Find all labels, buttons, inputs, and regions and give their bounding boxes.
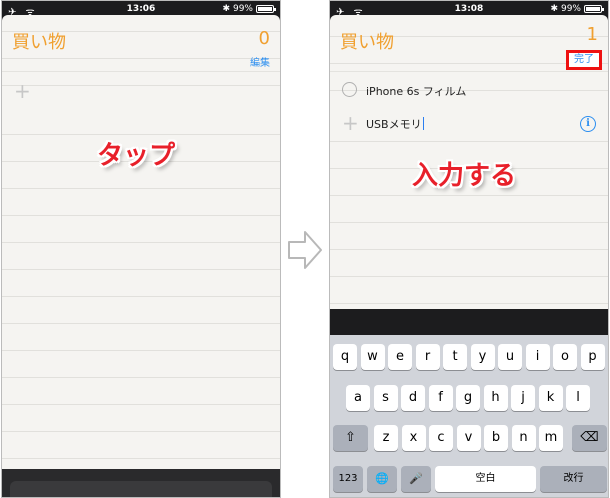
- battery-percent: 99%: [232, 4, 253, 14]
- key-p[interactable]: p: [580, 344, 605, 370]
- numbers-key[interactable]: 123: [333, 466, 363, 492]
- key-i[interactable]: i: [525, 344, 550, 370]
- key-r[interactable]: r: [415, 344, 440, 370]
- delete-key[interactable]: ⌫: [572, 425, 607, 451]
- battery-percent: 99%: [560, 4, 581, 14]
- key-q[interactable]: q: [333, 344, 357, 370]
- key-e[interactable]: e: [388, 344, 412, 370]
- key-f[interactable]: f: [428, 385, 453, 411]
- text-caret: [422, 117, 424, 130]
- globe-icon: 🌐: [375, 472, 389, 485]
- space-key[interactable]: 空白: [435, 466, 536, 492]
- header-divider: [330, 71, 608, 72]
- reminders-list: 買い物 1 完了 iPhone 6s フィルム + USBメモリ i 入力する: [330, 15, 608, 309]
- shift-key[interactable]: ⇧: [333, 425, 368, 451]
- key-o[interactable]: o: [553, 344, 577, 370]
- add-item-icon[interactable]: +: [14, 81, 31, 101]
- battery-icon: [256, 5, 276, 13]
- tutorial-screenshot: ✈ ᯤ 13:06 ✱ 99% 買い物 0 編集 + タップ ✈ ᯤ 13:08: [0, 0, 610, 498]
- item-checkbox[interactable]: [342, 82, 357, 97]
- battery-icon: [584, 5, 604, 13]
- key-a[interactable]: a: [346, 385, 370, 411]
- key-x[interactable]: x: [401, 425, 426, 451]
- globe-key[interactable]: 🌐: [367, 466, 397, 492]
- key-v[interactable]: v: [456, 425, 481, 451]
- delete-icon: ⌫: [580, 430, 599, 445]
- callout-input: 入力する: [412, 161, 517, 191]
- arrow-right-icon: [288, 231, 322, 269]
- key-n[interactable]: n: [511, 425, 536, 451]
- key-d[interactable]: d: [401, 385, 425, 411]
- done-button[interactable]: 完了: [566, 50, 602, 70]
- next-list-card[interactable]: [10, 481, 272, 497]
- list-title: 買い物: [340, 32, 394, 53]
- key-j[interactable]: j: [511, 385, 535, 411]
- key-l[interactable]: l: [566, 385, 590, 411]
- new-item-input[interactable]: USBメモリ: [366, 116, 424, 132]
- add-item-icon[interactable]: +: [342, 113, 359, 133]
- key-b[interactable]: b: [484, 425, 508, 451]
- list-item[interactable]: iPhone 6s フィルム: [366, 83, 466, 99]
- mic-key[interactable]: 🎤: [401, 466, 431, 492]
- phone-after: ✈ ᯤ 13:08 ✱ 99% 買い物 1 完了 iPhone 6s フィルム …: [329, 0, 609, 498]
- phone-before: ✈ ᯤ 13:06 ✱ 99% 買い物 0 編集 + タップ: [1, 0, 281, 498]
- shift-icon: ⇧: [345, 430, 356, 445]
- key-c[interactable]: c: [429, 425, 453, 451]
- reminders-list: 買い物 0 編集 + タップ: [2, 15, 280, 469]
- key-g[interactable]: g: [456, 385, 480, 411]
- key-w[interactable]: w: [360, 344, 385, 370]
- microphone-icon: 🎤: [409, 472, 423, 485]
- key-s[interactable]: s: [373, 385, 398, 411]
- key-m[interactable]: m: [539, 425, 563, 451]
- key-h[interactable]: h: [483, 385, 508, 411]
- return-key[interactable]: 改行: [540, 466, 607, 492]
- bluetooth-icon: ✱: [550, 4, 558, 14]
- key-k[interactable]: k: [538, 385, 563, 411]
- header-divider: [2, 71, 280, 72]
- callout-tap: タップ: [97, 141, 176, 171]
- bluetooth-icon: ✱: [222, 4, 230, 14]
- key-y[interactable]: y: [470, 344, 495, 370]
- list-count: 1: [586, 24, 598, 45]
- list-title: 買い物: [12, 32, 66, 53]
- edit-button[interactable]: 編集: [250, 54, 270, 69]
- keyboard: qwertyuiop asdfghjkl zxcvbnm ⇧ ⌫ 123 🌐 🎤…: [330, 335, 608, 497]
- key-z[interactable]: z: [374, 425, 398, 451]
- info-icon[interactable]: i: [580, 116, 596, 132]
- key-t[interactable]: t: [443, 344, 467, 370]
- key-u[interactable]: u: [498, 344, 522, 370]
- list-count: 0: [258, 28, 270, 49]
